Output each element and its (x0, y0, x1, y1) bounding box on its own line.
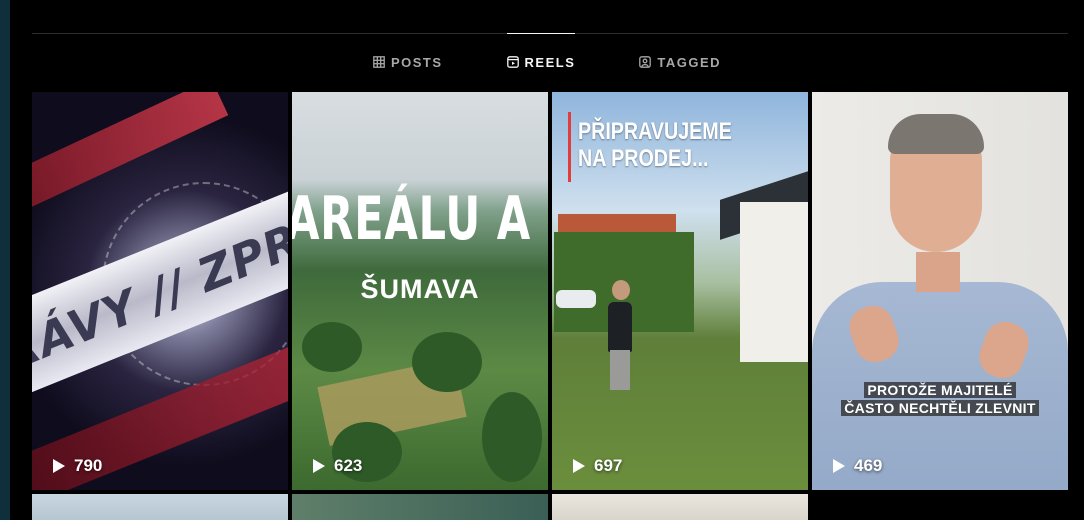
tab-posts-label: POSTS (390, 54, 443, 70)
caption-line: PROTOŽE MAJITELÉ (864, 382, 1016, 398)
reel-tile[interactable]: AREÁLU A P ŠUMAVA 623 (292, 92, 548, 490)
reels-icon (506, 56, 519, 68)
view-count-value: 623 (334, 456, 363, 475)
view-count-value: 790 (74, 456, 103, 475)
tab-tagged[interactable]: TAGGED (639, 44, 721, 80)
thumbnail-graphic (556, 290, 596, 308)
reel-tile[interactable]: RÁVY // ZPRÁ 790 (32, 92, 288, 490)
play-icon (53, 459, 65, 473)
tab-reels-label: REELS (524, 54, 576, 70)
grid-icon (373, 56, 385, 68)
thumbnail-overlay-subtitle: ŠUMAVA (360, 274, 480, 304)
caption-line: ČASTO NECHTĚLI ZLEVNIT (841, 400, 1039, 416)
view-count: 697 (572, 456, 622, 476)
view-count: 469 (832, 456, 882, 476)
reel-tile[interactable]: PROTOŽE MAJITELÉ ČASTO NECHTĚLI ZLEVNIT … (812, 92, 1068, 490)
thumbnail-graphic (412, 332, 482, 392)
view-count-value: 697 (594, 456, 623, 475)
thumbnail-graphic (612, 280, 630, 300)
play-icon (573, 459, 585, 473)
view-count-value: 469 (854, 456, 883, 475)
tagged-icon (639, 56, 652, 68)
thumbnail-graphic (740, 202, 808, 362)
thumbnail-overlay-title: AREÁLU A P (292, 184, 548, 254)
reel-tile[interactable] (32, 494, 288, 520)
thumbnail-graphic (608, 302, 632, 352)
profile-tabs: POSTS REELS TAGGED (10, 33, 1084, 80)
play-icon (313, 459, 325, 473)
reel-tile[interactable] (552, 494, 808, 520)
tab-tagged-label: TAGGED (657, 54, 722, 70)
play-icon (833, 459, 845, 473)
thumbnail-graphic (888, 114, 984, 154)
tab-reels[interactable]: REELS (506, 33, 576, 80)
reel-tile[interactable]: PŘIPRAVUJEME NA PRODEJ... 697 (552, 92, 808, 490)
thumbnail-graphic (568, 112, 571, 182)
view-count: 790 (52, 456, 102, 476)
view-count: 623 (312, 456, 362, 476)
thumbnail-overlay-text: PŘIPRAVUJEME NA PRODEJ... (578, 118, 732, 172)
tab-posts[interactable]: POSTS (373, 44, 443, 80)
thumbnail-caption: PROTOŽE MAJITELÉ (834, 382, 1046, 399)
thumbnail-caption: ČASTO NECHTĚLI ZLEVNIT (834, 400, 1046, 417)
thumbnail-graphic (610, 350, 630, 390)
thumbnail-graphic (916, 252, 960, 292)
profile-content: POSTS REELS TAGGED RÁVY // ZPRÁ 790 AREÁ… (10, 0, 1084, 520)
reels-grid: RÁVY // ZPRÁ 790 AREÁLU A P ŠUMAVA 623 (32, 92, 1068, 520)
thumbnail-graphic (302, 322, 362, 372)
thumbnail-graphic (482, 392, 542, 482)
reel-tile[interactable] (292, 494, 548, 520)
